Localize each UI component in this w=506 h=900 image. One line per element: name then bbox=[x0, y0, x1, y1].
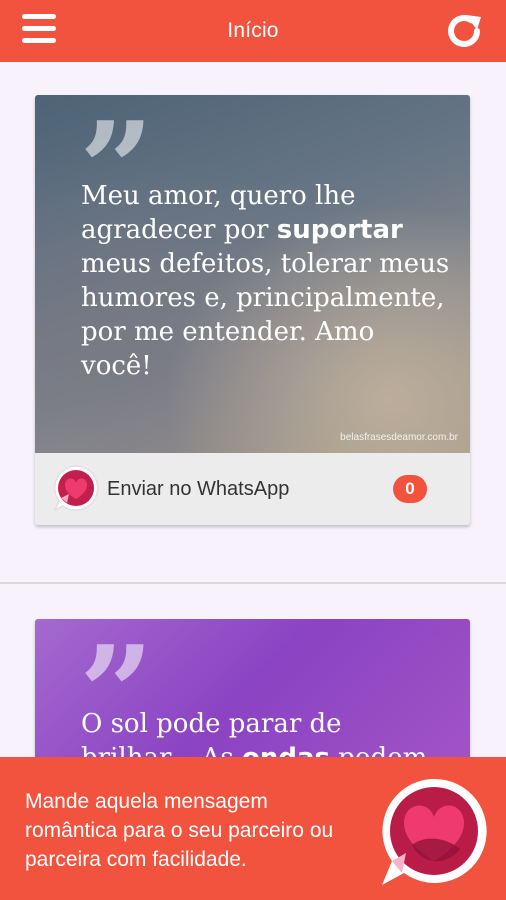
quote-image: ” Meu amor, quero lhe agradecer por supo… bbox=[35, 95, 470, 453]
app-logo-icon bbox=[382, 778, 487, 885]
refresh-icon[interactable] bbox=[444, 11, 484, 51]
promo-text: Mande aquela mensagem romântica para o s… bbox=[25, 790, 334, 871]
send-whatsapp-label: Enviar no WhatsApp bbox=[107, 478, 290, 500]
watermark: belasfrasesdeamor.com.br bbox=[340, 432, 458, 443]
quote-card[interactable]: ” Meu amor, quero lhe agradecer por supo… bbox=[35, 95, 470, 525]
app-logo-icon bbox=[53, 465, 99, 512]
send-whatsapp-button[interactable]: Enviar no WhatsApp 0 bbox=[35, 453, 470, 525]
share-count-badge: 0 bbox=[393, 475, 427, 503]
page-title: Início bbox=[227, 19, 279, 42]
divider bbox=[0, 582, 506, 584]
app-bar: Início bbox=[0, 0, 506, 62]
quote-text: Meu amor, quero lhe agradecer por suport… bbox=[81, 181, 450, 381]
